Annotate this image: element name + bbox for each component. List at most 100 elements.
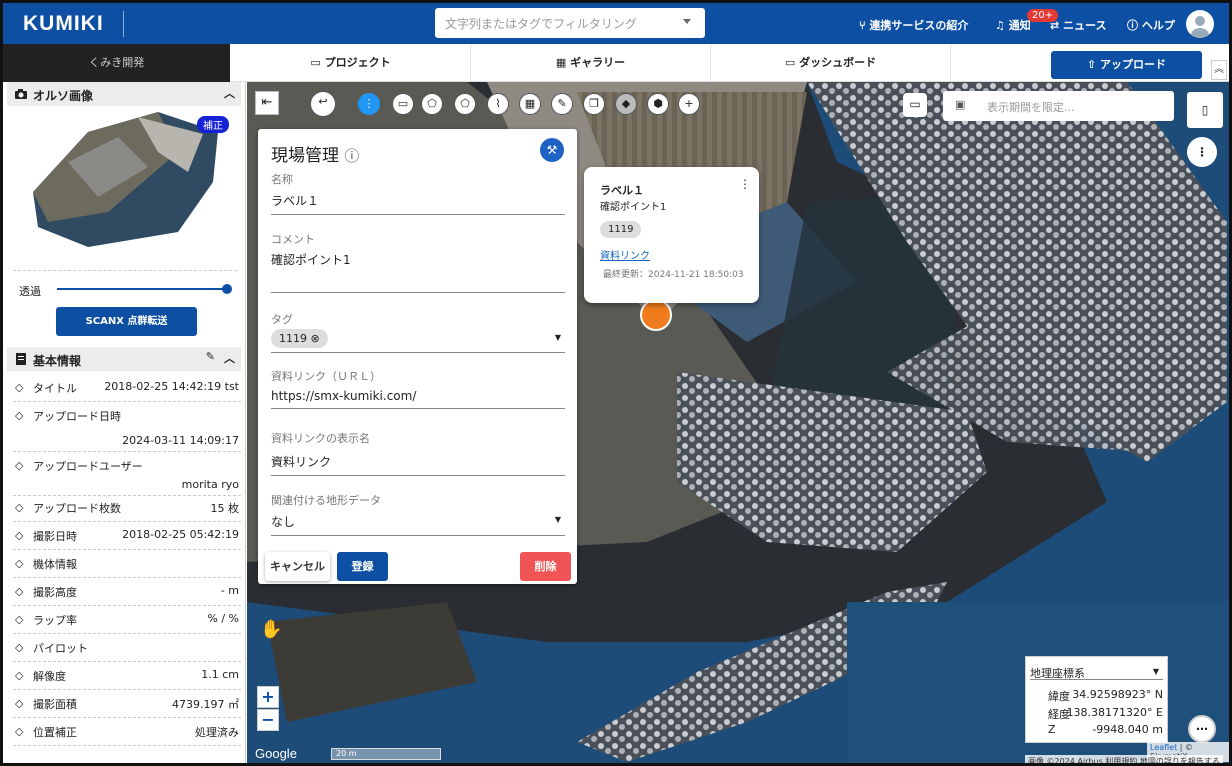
tag-label: タグ	[271, 313, 293, 326]
info-row: ◇ アップロード枚数 15 枚	[13, 500, 241, 522]
notification-link[interactable]: ♫ 通知	[995, 17, 1031, 33]
tag-chip[interactable]: 1119 ⊗	[271, 329, 328, 348]
close-icon[interactable]: ⊗	[311, 332, 320, 345]
tag-chip-text: 1119	[279, 332, 307, 345]
avatar[interactable]	[1186, 10, 1214, 38]
info-row: ◇ タイトル 2018-02-25 14:42:19 tst	[13, 380, 241, 402]
area-icon: ◇	[15, 697, 24, 710]
opacity-label: 透過	[19, 285, 41, 298]
monitor-view-icon[interactable]: ▭	[903, 93, 927, 117]
name-label: 名称	[271, 173, 293, 186]
add-icon[interactable]: +	[678, 93, 700, 115]
document-icon	[16, 353, 26, 365]
info-value: 2024-03-11 14:09:17	[122, 434, 239, 447]
name-field[interactable]: ラベル１	[271, 192, 565, 215]
app-logo[interactable]: KUMIKI	[23, 12, 104, 36]
share-icon: ⑂	[859, 19, 870, 32]
terms-link[interactable]: 利用規約	[1105, 757, 1137, 763]
tab-gallery[interactable]: ▦ ギャラリー	[471, 44, 711, 82]
chevron-down-icon[interactable]: ▼	[555, 333, 561, 342]
more-horizontal-icon[interactable]: ⋯	[1188, 715, 1216, 743]
popup-updated: 最終更新：2024-11-21 18:50:03	[603, 270, 744, 280]
z-label: Z	[1048, 723, 1056, 736]
upload-label: アップロード	[1100, 58, 1167, 71]
delete-button[interactable]: 削除	[520, 552, 571, 581]
edit-icon[interactable]: ✎	[206, 350, 215, 363]
tag-select[interactable]: 1119 ⊗ ▼	[271, 329, 565, 353]
copy-icon[interactable]: ❐	[583, 93, 605, 115]
scale-bar: 20 m	[331, 748, 441, 760]
popup-link[interactable]: 資料リンク	[600, 247, 650, 262]
zoom-out-button[interactable]: −	[257, 709, 279, 731]
popup-title: ラベル１	[600, 184, 644, 197]
link-url-field[interactable]: https://smx-kumiki.com/	[271, 389, 565, 409]
chevron-down-icon[interactable]: ▼	[1153, 667, 1159, 676]
chevron-down-icon[interactable]: ▼	[555, 515, 561, 524]
info-label: アップロード枚数	[33, 502, 121, 515]
google-logo: Google	[255, 746, 297, 761]
map-layer-icon[interactable]: ▯	[1187, 92, 1223, 128]
link-name-label: 資料リンクの表示名	[271, 432, 370, 445]
info-label: アップロードユーザー	[33, 460, 143, 473]
images-icon: ◇	[15, 501, 24, 514]
ortho-section-header[interactable]: オルソ画像 ︿	[7, 82, 241, 106]
org-name[interactable]: くみき開発	[3, 44, 230, 82]
more-vertical-icon[interactable]: ⋮	[358, 93, 380, 115]
monitor-icon: ▭	[784, 56, 800, 69]
tab-project[interactable]: ▭ プロジェクト	[231, 44, 471, 82]
link-name-field[interactable]: 資料リンク	[271, 453, 565, 476]
comment-label: コメント	[271, 233, 315, 246]
collapse-header-button[interactable]: ︽	[1211, 60, 1227, 80]
undo-icon[interactable]: ↩	[310, 91, 336, 117]
chevron-up-icon[interactable]: ︿	[224, 85, 235, 101]
save-button[interactable]: 登録	[337, 552, 388, 581]
terrain-select[interactable]: なし ▼	[271, 513, 565, 536]
terrain-value: なし	[271, 515, 296, 529]
help-circle-icon[interactable]: ⓘ	[344, 147, 359, 165]
leaflet-link[interactable]: Leaflet	[1150, 743, 1177, 752]
polygon-area-icon[interactable]: ⬠	[421, 93, 443, 115]
ruler-icon[interactable]: ▭	[392, 93, 414, 115]
pentagon-icon[interactable]: ⬠	[454, 93, 476, 115]
lon-value: 138.38171320° E	[1066, 706, 1163, 719]
more-vertical-icon[interactable]: ⋮	[739, 177, 751, 191]
integration-link[interactable]: ⑂ 連携サービスの紹介	[859, 17, 968, 33]
construction-icon[interactable]: ⚒	[540, 138, 564, 162]
opacity-slider[interactable]	[57, 288, 229, 290]
cube-icon[interactable]: ⬢	[647, 93, 669, 115]
news-link[interactable]: ⇄ ニュース	[1050, 17, 1107, 33]
eraser-icon[interactable]: ◆	[615, 93, 637, 115]
logo-divider	[123, 11, 124, 37]
report-link[interactable]: 地図の誤りを報告する	[1140, 757, 1220, 763]
date-range-filter[interactable]: ▣ 表示期間を限定...	[943, 91, 1174, 121]
info-label: 位置補正	[33, 726, 77, 739]
upload-button[interactable]: ⇧ アップロード	[1051, 51, 1202, 79]
tab-dashboard[interactable]: ▭ ダッシュボード	[711, 44, 951, 82]
edit-note-icon[interactable]: ✎	[551, 93, 573, 115]
info-row: ◇ 位置補正 処理済み	[13, 724, 241, 746]
opacity-slider-thumb[interactable]	[222, 284, 232, 294]
chevron-up-icon[interactable]: ︿	[224, 350, 235, 366]
info-value: 処理済み	[195, 726, 239, 739]
cancel-button[interactable]: キャンセル	[265, 552, 330, 581]
scanx-transfer-button[interactable]: SCANX 点群転送	[56, 307, 197, 336]
help-link[interactable]: ⓘ ヘルプ	[1127, 17, 1175, 33]
layers-icon: ◇	[15, 381, 24, 394]
ortho-thumbnail[interactable]	[28, 112, 228, 247]
label-marker[interactable]	[640, 299, 672, 331]
info-row: ◇ 解像度 1.1 cm	[13, 668, 241, 690]
info-value: % / %	[207, 612, 239, 625]
map-menu-icon[interactable]: ⋮	[1187, 137, 1217, 167]
zoom-in-button[interactable]: +	[257, 686, 279, 708]
chevron-down-icon[interactable]	[683, 19, 691, 24]
pan-hand-icon[interactable]: ✋	[260, 619, 286, 645]
collapse-sidebar-button[interactable]: ⇤	[255, 91, 279, 115]
notification-label: 通知	[1008, 19, 1031, 32]
table-icon[interactable]: ▦	[519, 93, 541, 115]
search-input[interactable]: 文字列またはタグでフィルタリング	[435, 8, 705, 38]
info-row: ◇ 撮影日時 2018-02-25 05:42:19	[13, 528, 241, 550]
comment-field[interactable]: 確認ポイント1	[271, 251, 565, 293]
top-bar: KUMIKI 文字列またはタグでフィルタリング ⑂ 連携サービスの紹介 ♫ 通知…	[3, 3, 1229, 44]
basic-info-header[interactable]: 基本情報 ✎ ︿	[7, 347, 241, 371]
line-chart-icon[interactable]: ⌇	[487, 93, 509, 115]
